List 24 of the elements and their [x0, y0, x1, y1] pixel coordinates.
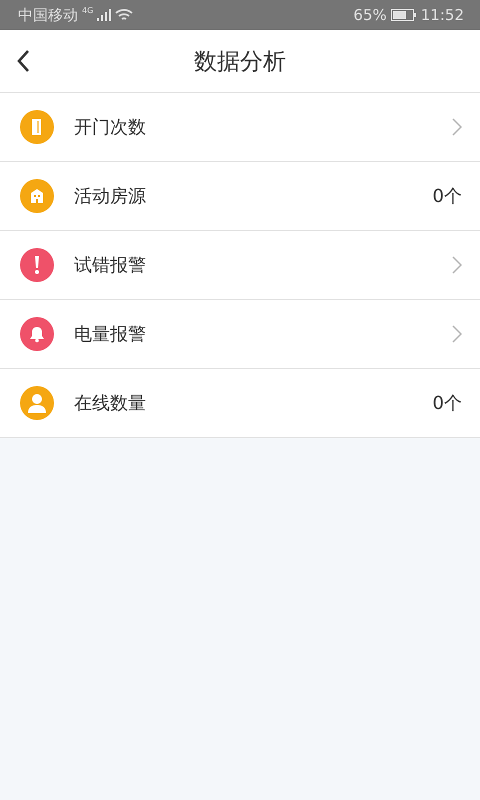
page-title: 数据分析	[194, 48, 286, 76]
row-count: 0个	[432, 392, 462, 415]
row-count: 0个	[432, 185, 462, 208]
battery-icon	[390, 9, 417, 21]
row-label: 活动房源	[74, 185, 147, 208]
row-label: 电量报警	[74, 323, 147, 346]
chevron-icon	[452, 256, 462, 274]
clock-time: 11:52	[420, 6, 464, 24]
chevron-icon	[452, 118, 462, 136]
menu-row[interactable]: 试错报警	[0, 231, 480, 300]
battery-percent: 65%	[353, 6, 387, 24]
back-icon[interactable]	[16, 49, 30, 73]
menu-row[interactable]: 活动房源 0个	[0, 162, 480, 231]
row-label: 试错报警	[74, 254, 147, 277]
menu-row[interactable]: 在线数量 0个	[0, 369, 480, 438]
network-type: 4G	[82, 6, 94, 15]
row-label: 在线数量	[74, 392, 147, 415]
signal-icon	[97, 9, 112, 21]
menu-row[interactable]: 电量报警	[0, 300, 480, 369]
menu-row[interactable]: 开门次数	[0, 93, 480, 162]
carrier-name: 中国移动	[18, 6, 78, 24]
wifi-icon	[115, 8, 134, 22]
row-label: 开门次数	[74, 116, 147, 139]
chevron-icon	[452, 325, 462, 343]
